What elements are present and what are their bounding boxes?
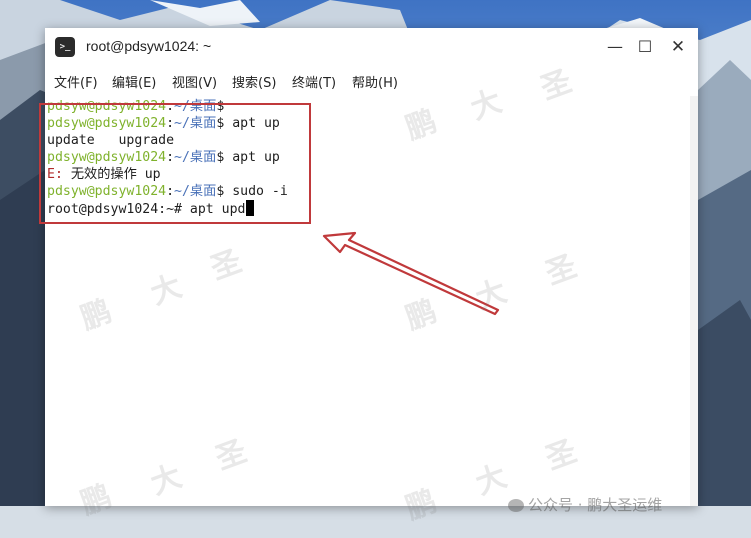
annotation-arrow [322,231,500,316]
